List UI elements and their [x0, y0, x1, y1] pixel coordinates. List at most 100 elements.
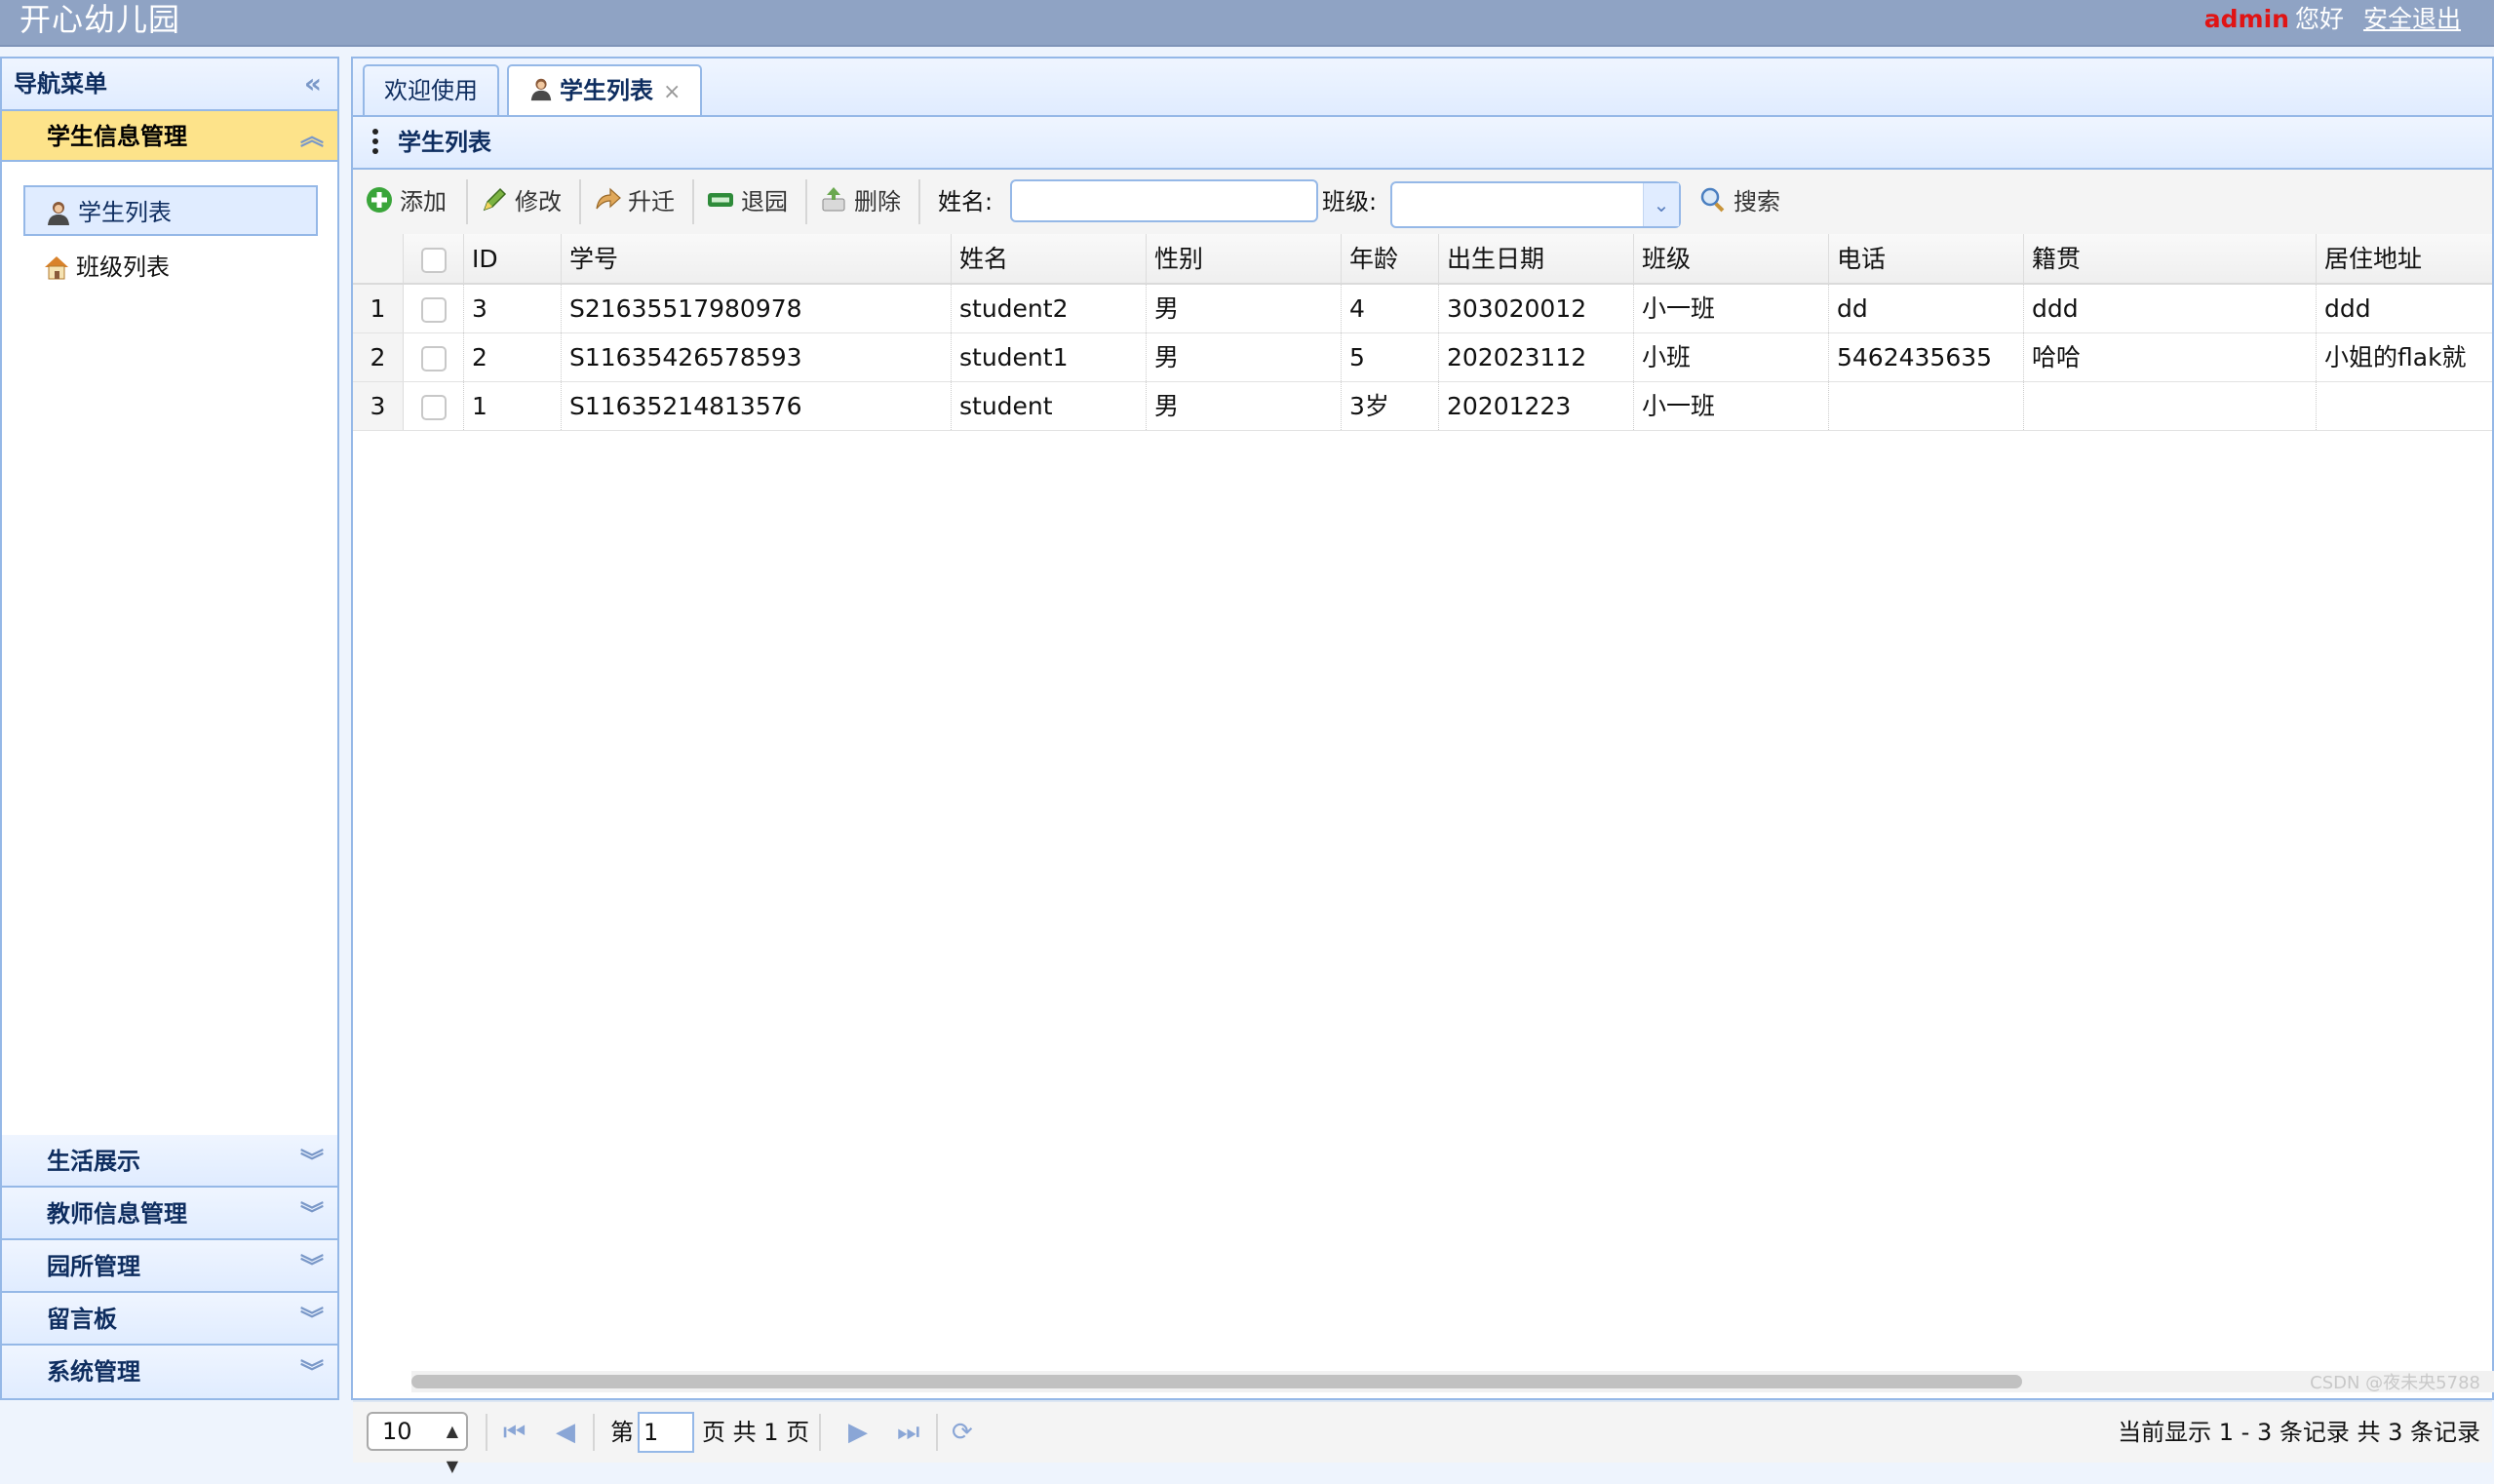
sidebar-item-student-list[interactable]: 学生列表: [23, 185, 318, 236]
table-row[interactable]: 3 1 S11635214813576 student 男 3岁 20201223 小一班: [353, 382, 2492, 431]
page-prefix: 第: [610, 1419, 634, 1446]
accordion-label: 教师信息管理: [47, 1200, 187, 1228]
updown-icon: ▲ ▼: [446, 1422, 458, 1475]
cell-origin: 哈哈: [2024, 333, 2317, 381]
row-checkbox-cell[interactable]: [404, 333, 464, 381]
page-total-text: 页 共 1 页: [702, 1419, 810, 1446]
promote-button[interactable]: 升迁: [593, 170, 675, 234]
cell-student-no: S11635426578593: [562, 333, 952, 381]
collapse-sidebar-icon[interactable]: «: [304, 59, 322, 109]
sidebar-title: 导航菜单: [14, 70, 107, 98]
first-page-icon[interactable]: ⏮: [503, 1402, 526, 1463]
column-header-class[interactable]: 班级: [1634, 234, 1829, 283]
student-table: ID 学号 姓名 性别 年龄 出生日期 班级 电话 籍贯 居住地址 1 3 S216…: [353, 234, 2492, 431]
accordion-campus-management[interactable]: 园所管理 ︾: [2, 1240, 337, 1293]
cell-id: 3: [464, 285, 562, 332]
last-page-icon[interactable]: ⏭: [897, 1402, 919, 1463]
cell-birth: 303020012: [1439, 285, 1634, 332]
cell-phone: dd: [1829, 285, 2024, 332]
pager-divider: [819, 1414, 821, 1451]
app-title: 开心幼儿园: [19, 1, 181, 38]
cell-student-no: S11635214813576: [562, 382, 952, 430]
accordion-system-management[interactable]: 系统管理 ︾: [2, 1346, 337, 1398]
horizontal-scrollbar[interactable]: [411, 1371, 2494, 1392]
column-header-name[interactable]: 姓名: [952, 234, 1147, 283]
next-page-icon[interactable]: ▶: [848, 1402, 868, 1463]
delete-button[interactable]: 删除: [819, 170, 901, 234]
row-checkbox-cell[interactable]: [404, 382, 464, 430]
chevron-down-icon[interactable]: ︾: [300, 1293, 324, 1346]
collapsed-groups: 生活展示 ︾ 教师信息管理 ︾ 园所管理 ︾ 留言板 ︾ 系统管理 ︾: [2, 1135, 337, 1398]
checkbox[interactable]: [420, 346, 447, 371]
chevron-down-icon[interactable]: ︾: [300, 1135, 324, 1188]
withdraw-button[interactable]: 退园: [706, 170, 788, 234]
cell-age: 5: [1342, 333, 1439, 381]
table-row[interactable]: 2 2 S11635426578593 student1 男 5 202023112 小班 54…: [353, 333, 2492, 382]
watermark: CSDN @夜未央5788: [2310, 1373, 2480, 1393]
chevron-down-icon[interactable]: ︾: [300, 1240, 324, 1293]
cell-class: 小一班: [1634, 382, 1829, 430]
chevron-down-icon[interactable]: ︾: [300, 1346, 324, 1398]
column-header-address[interactable]: 居住地址: [2317, 234, 2492, 283]
pencil-icon: [483, 187, 507, 212]
delete-label: 删除: [854, 188, 901, 215]
chevron-up-icon[interactable]: ︽: [300, 111, 324, 162]
table-row[interactable]: 1 3 S21635517980978 student2 男 4 303020012 小一班 d…: [353, 285, 2492, 333]
name-search-input[interactable]: [1010, 179, 1318, 222]
toolbar-divider: [918, 179, 920, 224]
add-button[interactable]: 添加: [365, 170, 447, 234]
tab-student-list[interactable]: 学生列表 ×: [507, 64, 703, 117]
column-header-age[interactable]: 年龄: [1342, 234, 1439, 283]
column-header-birth[interactable]: 出生日期: [1439, 234, 1634, 283]
page-size-select[interactable]: 10 ▲ ▼: [367, 1412, 468, 1475]
accordion-message-board[interactable]: 留言板 ︾: [2, 1293, 337, 1346]
accordion-life-display[interactable]: 生活展示 ︾: [2, 1135, 337, 1188]
pager-divider: [486, 1414, 487, 1451]
refresh-icon[interactable]: ⟳: [952, 1402, 973, 1463]
pagination-bar: 10 ▲ ▼ ⏮ ◀ 第 1 页 共 1 页 ▶ ⏭ ⟳ 当前显示 1 - 3 条记…: [353, 1400, 2492, 1475]
accordion-label: 生活展示: [47, 1148, 140, 1175]
top-bar: 开心幼儿园 admin 您好 安全退出: [0, 0, 2494, 47]
accordion-teacher-info[interactable]: 教师信息管理 ︾: [2, 1188, 337, 1240]
sidebar: 导航菜单 « 学生信息管理 ︽ 学生列表 班级列表 生活展示 ︾ 教师信息管理 ︾ …: [0, 57, 339, 1400]
chevron-down-icon[interactable]: ︾: [300, 1188, 324, 1240]
accordion-student-info[interactable]: 学生信息管理 ︽: [2, 111, 337, 162]
tab-welcome[interactable]: 欢迎使用: [363, 64, 499, 115]
select-all-checkbox[interactable]: [404, 234, 464, 283]
sidebar-item-label: 班级列表: [76, 254, 170, 281]
checkbox[interactable]: [420, 297, 447, 323]
column-header-origin[interactable]: 籍贯: [2024, 234, 2317, 283]
page-size-value: 10: [382, 1418, 412, 1445]
name-label: 姓名:: [938, 188, 994, 215]
username: admin: [2203, 5, 2289, 33]
scrollbar-thumb[interactable]: [411, 1375, 2022, 1388]
column-header-sex[interactable]: 性别: [1147, 234, 1342, 283]
search-button[interactable]: 搜索: [1698, 170, 1780, 234]
page-number-input[interactable]: 1: [638, 1412, 694, 1453]
cell-phone: [1829, 382, 2024, 430]
checkbox[interactable]: [420, 395, 447, 420]
logout-link[interactable]: 安全退出: [2363, 5, 2461, 33]
close-tab-icon[interactable]: ×: [663, 80, 681, 104]
column-header-student-no[interactable]: 学号: [562, 234, 952, 283]
sidebar-item-class-list[interactable]: 班级列表: [23, 242, 318, 293]
menu-dots-icon: [372, 129, 378, 158]
sidebar-header: 导航菜单 «: [2, 59, 337, 111]
chevron-down-icon[interactable]: ⌄: [1643, 183, 1679, 226]
search-icon: [1700, 187, 1725, 213]
accordion-label: 学生信息管理: [47, 123, 187, 150]
class-label: 班级:: [1322, 188, 1378, 215]
prev-page-icon[interactable]: ◀: [556, 1402, 575, 1463]
row-checkbox-cell[interactable]: [404, 285, 464, 332]
checkbox[interactable]: [420, 248, 447, 273]
class-select[interactable]: ⌄: [1390, 181, 1681, 228]
edit-button[interactable]: 修改: [480, 170, 562, 234]
column-header-phone[interactable]: 电话: [1829, 234, 2024, 283]
column-header-id[interactable]: ID: [464, 234, 562, 283]
panel-header: 学生列表: [353, 117, 2492, 170]
greeting: 您好: [2294, 5, 2344, 33]
row-number: 2: [353, 333, 404, 381]
table-header-row: ID 学号 姓名 性别 年龄 出生日期 班级 电话 籍贯 居住地址: [353, 234, 2492, 285]
pager-divider: [593, 1414, 595, 1451]
add-label: 添加: [400, 188, 447, 215]
